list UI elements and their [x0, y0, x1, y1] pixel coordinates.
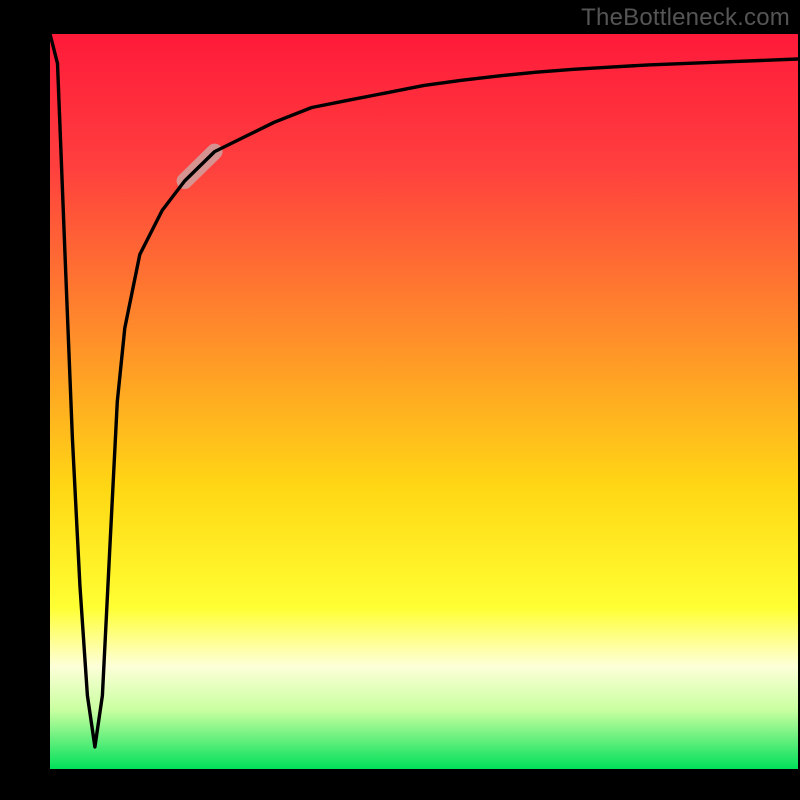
- chart-frame: TheBottleneck.com: [0, 0, 800, 800]
- attribution-text: TheBottleneck.com: [581, 4, 790, 32]
- chart-svg: [0, 0, 800, 800]
- plot-background: [50, 34, 798, 769]
